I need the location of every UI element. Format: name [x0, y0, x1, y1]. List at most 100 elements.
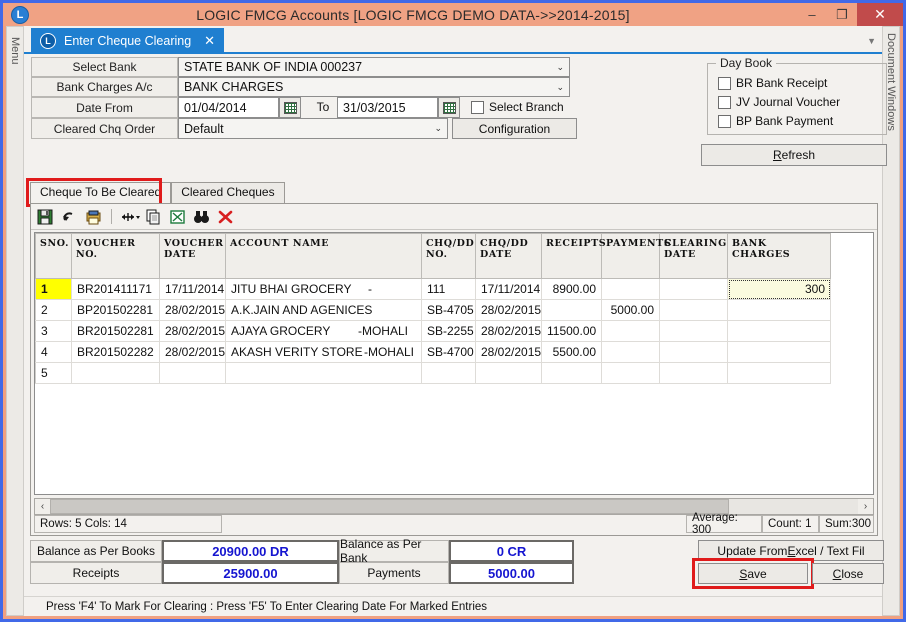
cell-voucher-date[interactable]: 28/02/2015	[159, 341, 226, 363]
cell-sno[interactable]: 5	[35, 362, 72, 384]
cell-chq-date[interactable]: 28/02/2015	[475, 299, 542, 321]
table-row[interactable]: 5	[35, 362, 831, 384]
table-row[interactable]: 1 BR201411171 17/11/2014 JITU BHAI GROCE…	[35, 278, 831, 300]
cell-receipts[interactable]	[541, 362, 602, 384]
cell-payments[interactable]: 5000.00	[601, 299, 660, 321]
date-to-input[interactable]: 31/03/2015	[337, 97, 438, 118]
print-icon[interactable]	[85, 209, 102, 225]
find-icon[interactable]	[193, 209, 210, 225]
cell-chq-no[interactable]: 111	[421, 278, 476, 300]
cell-voucher-no[interactable]: BR201502281	[71, 320, 160, 342]
cell-voucher-no[interactable]: BP201502281	[71, 299, 160, 321]
save-icon[interactable]	[37, 209, 54, 225]
table-row[interactable]: 2 BP201502281 28/02/2015 A.K.JAIN AND AG…	[35, 299, 831, 321]
cell-voucher-date[interactable]: 17/11/2014	[159, 278, 226, 300]
cell-receipts[interactable]	[541, 299, 602, 321]
tab-cheque-to-be-cleared[interactable]: Cheque To Be Cleared	[30, 182, 172, 203]
maximize-button[interactable]: ❐	[827, 3, 857, 26]
cell-voucher-no[interactable]: BR201502282	[71, 341, 160, 363]
refresh-button[interactable]: Refresh	[701, 144, 887, 166]
column-width-icon[interactable]	[121, 209, 140, 225]
cell-voucher-date[interactable]	[159, 362, 226, 384]
day-book-br-bank-receipt-checkbox[interactable]: BR Bank Receipt	[718, 76, 827, 90]
cell-voucher-date[interactable]: 28/02/2015	[159, 320, 226, 342]
cell-sno[interactable]: 2	[35, 299, 72, 321]
column-header-chq-dd-no[interactable]: CHQ/DD NO.	[421, 233, 476, 279]
close-button[interactable]: Close	[812, 563, 884, 584]
update-from-excel-button[interactable]: Update From Excel / Text Fil	[698, 540, 884, 561]
cell-sno[interactable]: 3	[35, 320, 72, 342]
cell-bank-charges[interactable]	[727, 320, 831, 342]
column-header-account-name[interactable]: ACCOUNT NAME	[225, 233, 422, 279]
cell-clearing-date[interactable]	[659, 341, 728, 363]
undo-icon[interactable]	[61, 209, 78, 225]
cell-clearing-date[interactable]	[659, 320, 728, 342]
cell-chq-date[interactable]	[475, 362, 542, 384]
date-to-calendar-button[interactable]	[438, 97, 460, 118]
cell-clearing-date[interactable]	[659, 278, 728, 300]
column-header-bank-charges[interactable]: BANK CHARGES	[727, 233, 831, 279]
copy-icon[interactable]	[145, 209, 162, 225]
cell-bank-charges[interactable]	[727, 362, 831, 384]
scroll-right-arrow-icon[interactable]: ›	[858, 501, 873, 512]
cell-clearing-date[interactable]	[659, 362, 728, 384]
day-book-bp-bank-payment-checkbox[interactable]: BP Bank Payment	[718, 114, 833, 128]
cell-bank-charges[interactable]	[727, 341, 831, 363]
excel-icon[interactable]	[169, 209, 186, 225]
cell-clearing-date[interactable]	[659, 299, 728, 321]
cell-chq-no[interactable]: SB-4700	[421, 341, 476, 363]
cleared-chq-order-combo[interactable]: Default ⌄	[178, 118, 448, 139]
column-header-clearing-date[interactable]: CLEARING DATE	[659, 233, 728, 279]
cell-chq-date[interactable]: 17/11/2014	[475, 278, 542, 300]
table-row[interactable]: 3 BR201502281 28/02/2015 AJAYA GROCERY -…	[35, 320, 831, 342]
cell-account-name[interactable]: JITU BHAI GROCERY -	[225, 278, 422, 300]
cell-account-name[interactable]: AJAYA GROCERY -MOHALI	[225, 320, 422, 342]
cell-bank-charges[interactable]: 300	[727, 278, 831, 300]
cell-receipts[interactable]: 11500.00	[541, 320, 602, 342]
cell-payments[interactable]	[601, 362, 660, 384]
menu-rail[interactable]: Menu	[6, 26, 24, 616]
column-header-voucher-no[interactable]: VOUCHER NO.	[71, 233, 160, 279]
cell-chq-date[interactable]: 28/02/2015	[475, 320, 542, 342]
cell-chq-date[interactable]: 28/02/2015	[475, 341, 542, 363]
cell-payments[interactable]	[601, 341, 660, 363]
date-from-input[interactable]: 01/04/2014	[178, 97, 279, 118]
document-tab-enter-cheque-clearing[interactable]: L Enter Cheque Clearing ✕	[31, 28, 225, 53]
bank-charges-account-combo[interactable]: BANK CHARGES ⌄	[178, 77, 570, 97]
scroll-left-arrow-icon[interactable]: ‹	[35, 501, 50, 512]
cell-receipts[interactable]: 5500.00	[541, 341, 602, 363]
minimize-button[interactable]: –	[797, 3, 827, 26]
column-header-payments[interactable]: PAYMENTS	[601, 233, 671, 279]
cell-payments[interactable]	[601, 278, 660, 300]
select-branch-checkbox[interactable]: Select Branch	[471, 100, 564, 114]
cell-voucher-date[interactable]: 28/02/2015	[159, 299, 226, 321]
table-row[interactable]: 4 BR201502282 28/02/2015 AKASH VERITY ST…	[35, 341, 831, 363]
cell-chq-no[interactable]: SB-2255	[421, 320, 476, 342]
day-book-jv-journal-voucher-checkbox[interactable]: JV Journal Voucher	[718, 95, 840, 109]
column-header-chq-dd-date[interactable]: CHQ/DD DATE	[475, 233, 542, 279]
cell-voucher-no[interactable]	[71, 362, 160, 384]
cell-chq-no[interactable]	[421, 362, 476, 384]
cell-account-name[interactable]: A.K.JAIN AND AGENICES	[225, 299, 422, 321]
cell-receipts[interactable]: 8900.00	[541, 278, 602, 300]
cell-chq-no[interactable]: SB-4705	[421, 299, 476, 321]
tab-overflow-caret-icon[interactable]: ▼	[867, 36, 876, 46]
cell-sno[interactable]: 1	[35, 278, 72, 300]
close-window-button[interactable]: ✕	[857, 3, 903, 26]
save-button[interactable]: Save	[698, 563, 808, 584]
cell-account-name[interactable]	[225, 362, 422, 384]
cheque-table-scroll-area[interactable]: SNO. VOUCHER NO. VOUCHER DATE ACCOUNT NA…	[34, 232, 874, 495]
date-from-calendar-button[interactable]	[279, 97, 301, 118]
scrollbar-thumb[interactable]	[50, 499, 729, 514]
document-tab-close-icon[interactable]: ✕	[204, 33, 215, 49]
cell-payments[interactable]	[601, 320, 660, 342]
column-header-sno[interactable]: SNO.	[35, 233, 72, 279]
cell-voucher-no[interactable]: BR201411171	[71, 278, 160, 300]
delete-icon[interactable]	[217, 209, 234, 225]
cell-account-name[interactable]: AKASH VERITY STORE -MOHALI	[225, 341, 422, 363]
column-header-voucher-date[interactable]: VOUCHER DATE	[159, 233, 226, 279]
select-bank-combo[interactable]: STATE BANK OF INDIA 000237 ⌄	[178, 57, 570, 77]
cell-bank-charges[interactable]	[727, 299, 831, 321]
column-header-receipts[interactable]: RECEIPTS	[541, 233, 606, 279]
configuration-button[interactable]: Configuration	[452, 118, 577, 139]
